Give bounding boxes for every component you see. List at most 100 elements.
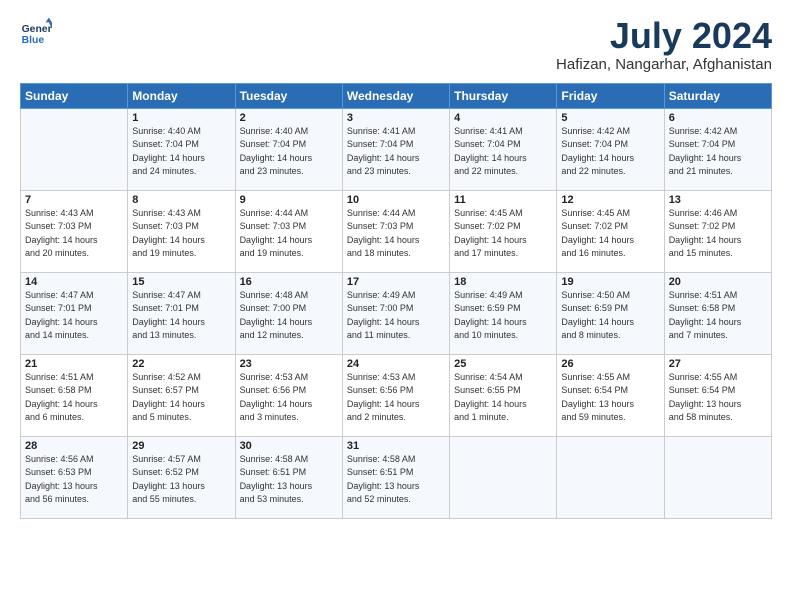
- calendar-cell: 30Sunrise: 4:58 AM Sunset: 6:51 PM Dayli…: [235, 436, 342, 518]
- calendar-cell: 2Sunrise: 4:40 AM Sunset: 7:04 PM Daylig…: [235, 108, 342, 190]
- day-number: 21: [25, 358, 123, 370]
- day-info: Sunrise: 4:55 AM Sunset: 6:54 PM Dayligh…: [669, 371, 767, 425]
- calendar-cell: 22Sunrise: 4:52 AM Sunset: 6:57 PM Dayli…: [128, 354, 235, 436]
- day-number: 20: [669, 276, 767, 288]
- day-number: 3: [347, 112, 445, 124]
- header: General Blue July 2024 Hafizan, Nangarha…: [20, 16, 772, 73]
- calendar-table: SundayMondayTuesdayWednesdayThursdayFrid…: [20, 83, 772, 519]
- day-number: 7: [25, 194, 123, 206]
- day-number: 22: [132, 358, 230, 370]
- weekday-header: Friday: [557, 83, 664, 108]
- calendar-week-row: 14Sunrise: 4:47 AM Sunset: 7:01 PM Dayli…: [21, 272, 772, 354]
- day-number: 13: [669, 194, 767, 206]
- calendar-cell: 26Sunrise: 4:55 AM Sunset: 6:54 PM Dayli…: [557, 354, 664, 436]
- day-info: Sunrise: 4:42 AM Sunset: 7:04 PM Dayligh…: [561, 125, 659, 179]
- calendar-cell: 3Sunrise: 4:41 AM Sunset: 7:04 PM Daylig…: [342, 108, 449, 190]
- calendar-cell: 18Sunrise: 4:49 AM Sunset: 6:59 PM Dayli…: [450, 272, 557, 354]
- weekday-header: Sunday: [21, 83, 128, 108]
- day-number: 25: [454, 358, 552, 370]
- day-info: Sunrise: 4:46 AM Sunset: 7:02 PM Dayligh…: [669, 207, 767, 261]
- day-info: Sunrise: 4:50 AM Sunset: 6:59 PM Dayligh…: [561, 289, 659, 343]
- day-number: 8: [132, 194, 230, 206]
- calendar-cell: 11Sunrise: 4:45 AM Sunset: 7:02 PM Dayli…: [450, 190, 557, 272]
- day-info: Sunrise: 4:56 AM Sunset: 6:53 PM Dayligh…: [25, 453, 123, 507]
- day-number: 12: [561, 194, 659, 206]
- day-number: 30: [240, 440, 338, 452]
- calendar-cell: 24Sunrise: 4:53 AM Sunset: 6:56 PM Dayli…: [342, 354, 449, 436]
- day-info: Sunrise: 4:58 AM Sunset: 6:51 PM Dayligh…: [347, 453, 445, 507]
- day-info: Sunrise: 4:45 AM Sunset: 7:02 PM Dayligh…: [561, 207, 659, 261]
- calendar-week-row: 21Sunrise: 4:51 AM Sunset: 6:58 PM Dayli…: [21, 354, 772, 436]
- day-number: 28: [25, 440, 123, 452]
- day-info: Sunrise: 4:49 AM Sunset: 7:00 PM Dayligh…: [347, 289, 445, 343]
- calendar-cell: 14Sunrise: 4:47 AM Sunset: 7:01 PM Dayli…: [21, 272, 128, 354]
- month-title: July 2024: [556, 16, 772, 56]
- logo-icon: General Blue: [20, 16, 52, 48]
- calendar-cell: 29Sunrise: 4:57 AM Sunset: 6:52 PM Dayli…: [128, 436, 235, 518]
- day-info: Sunrise: 4:44 AM Sunset: 7:03 PM Dayligh…: [347, 207, 445, 261]
- calendar-cell: [664, 436, 771, 518]
- day-info: Sunrise: 4:42 AM Sunset: 7:04 PM Dayligh…: [669, 125, 767, 179]
- calendar-cell: 10Sunrise: 4:44 AM Sunset: 7:03 PM Dayli…: [342, 190, 449, 272]
- weekday-header: Thursday: [450, 83, 557, 108]
- weekday-header: Wednesday: [342, 83, 449, 108]
- calendar-cell: 16Sunrise: 4:48 AM Sunset: 7:00 PM Dayli…: [235, 272, 342, 354]
- day-info: Sunrise: 4:53 AM Sunset: 6:56 PM Dayligh…: [240, 371, 338, 425]
- day-number: 17: [347, 276, 445, 288]
- calendar-cell: [21, 108, 128, 190]
- day-info: Sunrise: 4:49 AM Sunset: 6:59 PM Dayligh…: [454, 289, 552, 343]
- day-number: 1: [132, 112, 230, 124]
- day-number: 29: [132, 440, 230, 452]
- day-number: 2: [240, 112, 338, 124]
- calendar-container: General Blue July 2024 Hafizan, Nangarha…: [0, 0, 792, 612]
- calendar-cell: 23Sunrise: 4:53 AM Sunset: 6:56 PM Dayli…: [235, 354, 342, 436]
- calendar-cell: 1Sunrise: 4:40 AM Sunset: 7:04 PM Daylig…: [128, 108, 235, 190]
- calendar-cell: [557, 436, 664, 518]
- day-info: Sunrise: 4:47 AM Sunset: 7:01 PM Dayligh…: [132, 289, 230, 343]
- day-number: 14: [25, 276, 123, 288]
- svg-text:General: General: [22, 24, 52, 35]
- calendar-week-row: 28Sunrise: 4:56 AM Sunset: 6:53 PM Dayli…: [21, 436, 772, 518]
- day-info: Sunrise: 4:58 AM Sunset: 6:51 PM Dayligh…: [240, 453, 338, 507]
- day-info: Sunrise: 4:47 AM Sunset: 7:01 PM Dayligh…: [25, 289, 123, 343]
- day-info: Sunrise: 4:51 AM Sunset: 6:58 PM Dayligh…: [669, 289, 767, 343]
- calendar-cell: 25Sunrise: 4:54 AM Sunset: 6:55 PM Dayli…: [450, 354, 557, 436]
- day-number: 18: [454, 276, 552, 288]
- calendar-cell: 15Sunrise: 4:47 AM Sunset: 7:01 PM Dayli…: [128, 272, 235, 354]
- calendar-cell: 17Sunrise: 4:49 AM Sunset: 7:00 PM Dayli…: [342, 272, 449, 354]
- day-number: 24: [347, 358, 445, 370]
- day-info: Sunrise: 4:48 AM Sunset: 7:00 PM Dayligh…: [240, 289, 338, 343]
- calendar-cell: 6Sunrise: 4:42 AM Sunset: 7:04 PM Daylig…: [664, 108, 771, 190]
- calendar-cell: 9Sunrise: 4:44 AM Sunset: 7:03 PM Daylig…: [235, 190, 342, 272]
- calendar-cell: 8Sunrise: 4:43 AM Sunset: 7:03 PM Daylig…: [128, 190, 235, 272]
- day-number: 23: [240, 358, 338, 370]
- weekday-header: Saturday: [664, 83, 771, 108]
- day-info: Sunrise: 4:53 AM Sunset: 6:56 PM Dayligh…: [347, 371, 445, 425]
- day-number: 6: [669, 112, 767, 124]
- calendar-cell: 20Sunrise: 4:51 AM Sunset: 6:58 PM Dayli…: [664, 272, 771, 354]
- weekday-header: Tuesday: [235, 83, 342, 108]
- day-number: 31: [347, 440, 445, 452]
- day-info: Sunrise: 4:44 AM Sunset: 7:03 PM Dayligh…: [240, 207, 338, 261]
- calendar-cell: 7Sunrise: 4:43 AM Sunset: 7:03 PM Daylig…: [21, 190, 128, 272]
- calendar-cell: 28Sunrise: 4:56 AM Sunset: 6:53 PM Dayli…: [21, 436, 128, 518]
- location: Hafizan, Nangarhar, Afghanistan: [556, 56, 772, 73]
- calendar-cell: 19Sunrise: 4:50 AM Sunset: 6:59 PM Dayli…: [557, 272, 664, 354]
- day-info: Sunrise: 4:40 AM Sunset: 7:04 PM Dayligh…: [240, 125, 338, 179]
- calendar-cell: 4Sunrise: 4:41 AM Sunset: 7:04 PM Daylig…: [450, 108, 557, 190]
- day-number: 15: [132, 276, 230, 288]
- day-info: Sunrise: 4:40 AM Sunset: 7:04 PM Dayligh…: [132, 125, 230, 179]
- day-info: Sunrise: 4:52 AM Sunset: 6:57 PM Dayligh…: [132, 371, 230, 425]
- day-number: 4: [454, 112, 552, 124]
- svg-text:Blue: Blue: [22, 35, 45, 46]
- day-number: 19: [561, 276, 659, 288]
- day-info: Sunrise: 4:54 AM Sunset: 6:55 PM Dayligh…: [454, 371, 552, 425]
- calendar-cell: 12Sunrise: 4:45 AM Sunset: 7:02 PM Dayli…: [557, 190, 664, 272]
- weekday-header: Monday: [128, 83, 235, 108]
- calendar-cell: [450, 436, 557, 518]
- calendar-week-row: 1Sunrise: 4:40 AM Sunset: 7:04 PM Daylig…: [21, 108, 772, 190]
- day-info: Sunrise: 4:55 AM Sunset: 6:54 PM Dayligh…: [561, 371, 659, 425]
- calendar-cell: 21Sunrise: 4:51 AM Sunset: 6:58 PM Dayli…: [21, 354, 128, 436]
- day-info: Sunrise: 4:41 AM Sunset: 7:04 PM Dayligh…: [347, 125, 445, 179]
- calendar-cell: 31Sunrise: 4:58 AM Sunset: 6:51 PM Dayli…: [342, 436, 449, 518]
